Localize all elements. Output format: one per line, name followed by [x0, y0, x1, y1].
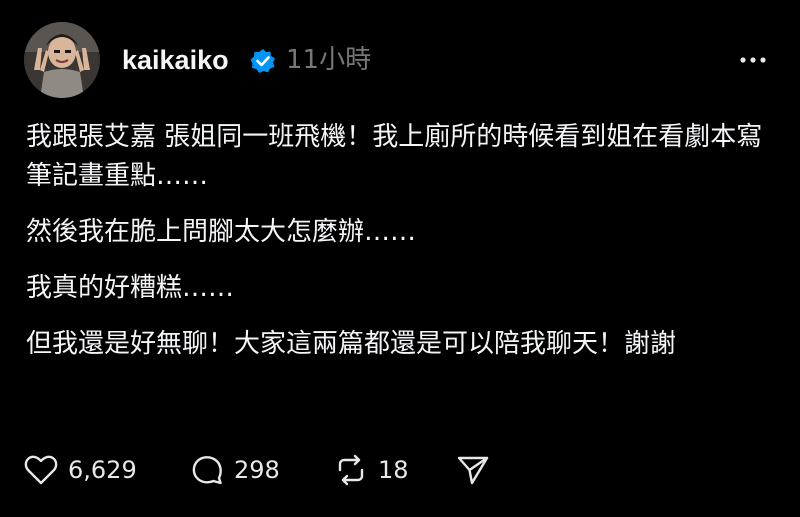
post-header: kaikaiko 11小時 — [24, 22, 776, 98]
reply-count: 298 — [234, 456, 280, 484]
like-button[interactable]: 6,629 — [24, 452, 154, 488]
post-actions: 6,629 298 18 — [24, 452, 504, 488]
post-paragraph: 我跟張艾嘉 張姐同一班飛機！我上廁所的時候看到姐在看劇本寫筆記畫重點…… — [26, 122, 763, 191]
post-paragraph: 然後我在脆上問腳太大怎麼辦…… — [26, 217, 417, 247]
avatar-image — [24, 22, 100, 98]
share-button[interactable] — [456, 452, 496, 488]
avatar[interactable] — [24, 22, 100, 98]
repost-button[interactable]: 18 — [334, 452, 434, 488]
heart-icon — [24, 455, 58, 485]
post-timestamp: 11小時 — [286, 45, 372, 75]
comment-icon — [192, 456, 222, 485]
threads-post: kaikaiko 11小時 我跟張艾嘉 張姐同一班飛機！我上廁所的時候看到姐在看… — [0, 0, 800, 517]
more-horizontal-icon[interactable] — [738, 50, 768, 70]
repost-count: 18 — [378, 456, 409, 484]
post-paragraph: 但我還是好無聊！大家這兩篇都還是可以陪我聊天！謝謝 — [26, 329, 677, 359]
verified-badge-icon — [250, 49, 275, 73]
username[interactable]: kaikaiko — [122, 43, 229, 77]
send-icon — [457, 456, 489, 485]
reply-button[interactable]: 298 — [190, 452, 310, 488]
post-paragraph: 我真的好糟糕…… — [26, 273, 235, 303]
repost-icon — [338, 454, 364, 486]
like-count: 6,629 — [68, 456, 137, 484]
post-body: 我跟張艾嘉 張姐同一班飛機！我上廁所的時候看到姐在看劇本寫筆記畫重點…… 然後我… — [26, 118, 778, 381]
